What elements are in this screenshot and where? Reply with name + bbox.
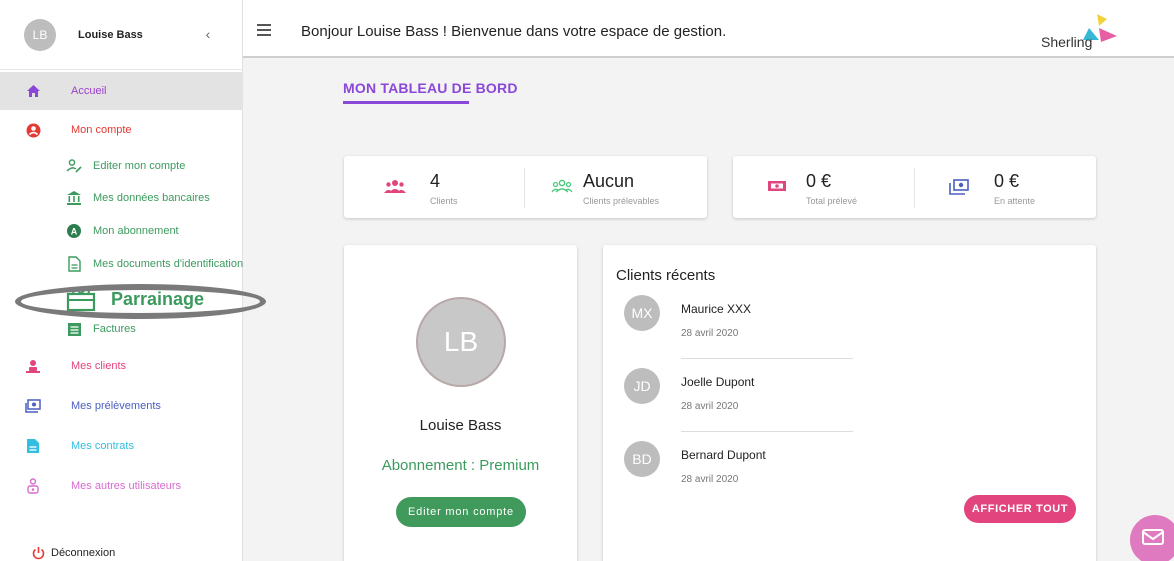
sidebar-subitem-editer-compte[interactable]: Editer mon compte <box>0 156 243 176</box>
sidebar-item-label: Mes contrats <box>71 440 134 452</box>
gift-icon <box>66 286 96 312</box>
welcome-message: Bonjour Louise Bass ! Bienvenue dans vot… <box>301 23 727 40</box>
recent-clients-card: Clients récents MX Maurice XXX 28 avril … <box>603 245 1096 561</box>
logout-label: Déconnexion <box>51 547 116 559</box>
stat-value: 0 € <box>994 171 1020 191</box>
subscription-label: Abonnement : Premium <box>381 457 540 474</box>
sidebar-subitem-label: Mes documents d'identification <box>93 258 244 270</box>
power-icon <box>30 545 46 561</box>
profile-name: Louise Bass <box>419 417 502 434</box>
money-icon <box>25 398 41 414</box>
sidebar-item-label: Mes clients <box>71 360 127 372</box>
sidebar-subitem-parrainage[interactable]: Parrainage <box>0 286 243 312</box>
avatar[interactable]: LB <box>24 18 56 51</box>
svg-text:A: A <box>71 227 78 237</box>
client-date: 28 avril 2020 <box>681 328 739 339</box>
page-title: MON TABLEAU DE BORD <box>343 80 518 96</box>
show-all-button[interactable]: AFFICHER TOUT <box>964 495 1076 523</box>
collapse-sidebar-button[interactable]: ‹ <box>201 24 215 44</box>
client-avatar: MX <box>624 295 660 331</box>
sidebar: LB Louise Bass ‹ Accueil Mon compte Edit… <box>0 0 266 561</box>
clients-stats-card: 4 Clients Aucun Clients prélevables <box>344 156 707 218</box>
stat-label: Clients <box>430 196 458 206</box>
mail-icon <box>1142 529 1164 545</box>
stat-en-attente: 0 € En attente <box>915 156 1096 218</box>
sidebar-item-mes-prelevements[interactable]: Mes prélèvements <box>0 396 243 416</box>
account-circle-icon <box>25 122 41 138</box>
stat-value: 0 € <box>806 171 832 191</box>
sidebar-item-accueil[interactable]: Accueil <box>0 72 243 110</box>
stat-value: Aucun <box>583 171 635 191</box>
client-date: 28 avril 2020 <box>681 401 739 412</box>
stat-value: 4 <box>430 171 441 191</box>
sidebar-subitem-label: Parrainage <box>111 288 205 309</box>
home-icon <box>25 83 41 99</box>
sidebar-subitem-label: Editer mon compte <box>93 160 186 172</box>
sidebar-subitem-factures[interactable]: Factures <box>0 319 243 339</box>
stat-clients: 4 Clients <box>344 156 524 218</box>
sidebar-item-autres-utilisateurs[interactable]: Mes autres utilisateurs <box>0 476 243 496</box>
client-name: Bernard Dupont <box>681 448 766 462</box>
clients-icon <box>25 358 41 374</box>
group-icon <box>384 179 406 195</box>
recent-clients-title: Clients récents <box>616 267 716 284</box>
list-divider <box>681 431 853 432</box>
chevron-left-icon: ‹ <box>205 26 211 42</box>
sidebar-item-mes-clients[interactable]: Mes clients <box>0 356 243 376</box>
stat-label: Total prélevé <box>806 196 858 206</box>
profile-avatar: LB <box>416 297 506 387</box>
user-edit-icon <box>66 158 82 174</box>
subscription-badge-icon: A <box>66 223 82 239</box>
client-name: Joelle Dupont <box>681 375 755 389</box>
invoice-icon <box>66 321 82 337</box>
document-icon <box>66 256 82 272</box>
title-underline <box>343 101 469 104</box>
logo-text: Sherling <box>1041 34 1093 50</box>
client-date: 28 avril 2020 <box>681 474 739 485</box>
stat-label: Clients prélevables <box>583 196 660 206</box>
stat-total-preleve: 0 € Total prélevé <box>733 156 913 218</box>
other-users-icon <box>25 478 41 494</box>
list-item[interactable]: BD Bernard Dupont 28 avril 2020 <box>624 441 884 501</box>
sidebar-subitem-label: Factures <box>93 323 136 335</box>
list-item[interactable]: JD Joelle Dupont 28 avril 2020 <box>624 368 884 428</box>
top-bar: Bonjour Louise Bass ! Bienvenue dans vot… <box>243 0 1174 58</box>
group-outline-icon <box>551 179 573 195</box>
sidebar-item-label: Mon compte <box>71 124 132 136</box>
menu-icon[interactable] <box>257 24 273 36</box>
sidebar-subitem-label: Mes données bancaires <box>93 192 210 204</box>
bank-icon <box>66 190 82 206</box>
edit-account-button[interactable]: Editer mon compte <box>396 497 526 527</box>
sidebar-item-mes-contrats[interactable]: Mes contrats <box>0 436 243 456</box>
sidebar-item-label: Accueil <box>71 85 107 97</box>
client-avatar: JD <box>624 368 660 404</box>
contact-button[interactable] <box>1130 515 1174 561</box>
client-avatar: BD <box>624 441 660 477</box>
stat-label: En attente <box>994 196 1036 206</box>
stat-clients-prelevables: Aucun Clients prélevables <box>525 156 707 218</box>
profile-card: LB Louise Bass Abonnement : Premium Edit… <box>344 245 577 561</box>
list-divider <box>681 358 853 359</box>
user-name: Louise Bass <box>78 28 143 41</box>
sidebar-item-label: Mes autres utilisateurs <box>71 480 182 492</box>
money-stack-icon <box>949 179 969 195</box>
cash-icon <box>767 179 787 195</box>
sherling-logo[interactable]: Sherling <box>1041 14 1121 54</box>
contract-icon <box>25 438 41 454</box>
sidebar-subitem-label: Mon abonnement <box>93 225 179 237</box>
payments-stats-card: 0 € Total prélevé 0 € En attente <box>733 156 1096 218</box>
logout-button[interactable]: Déconnexion <box>0 543 243 561</box>
sidebar-subitem-donnees-bancaires[interactable]: Mes données bancaires <box>0 188 243 208</box>
sidebar-item-mon-compte[interactable]: Mon compte <box>0 120 243 140</box>
sidebar-subitem-documents[interactable]: Mes documents d'identification <box>0 254 243 274</box>
client-name: Maurice XXX <box>681 302 752 316</box>
sidebar-item-label: Mes prélèvements <box>71 400 161 412</box>
sidebar-subitem-abonnement[interactable]: A Mon abonnement <box>0 221 243 241</box>
list-item[interactable]: MX Maurice XXX 28 avril 2020 <box>624 295 884 355</box>
